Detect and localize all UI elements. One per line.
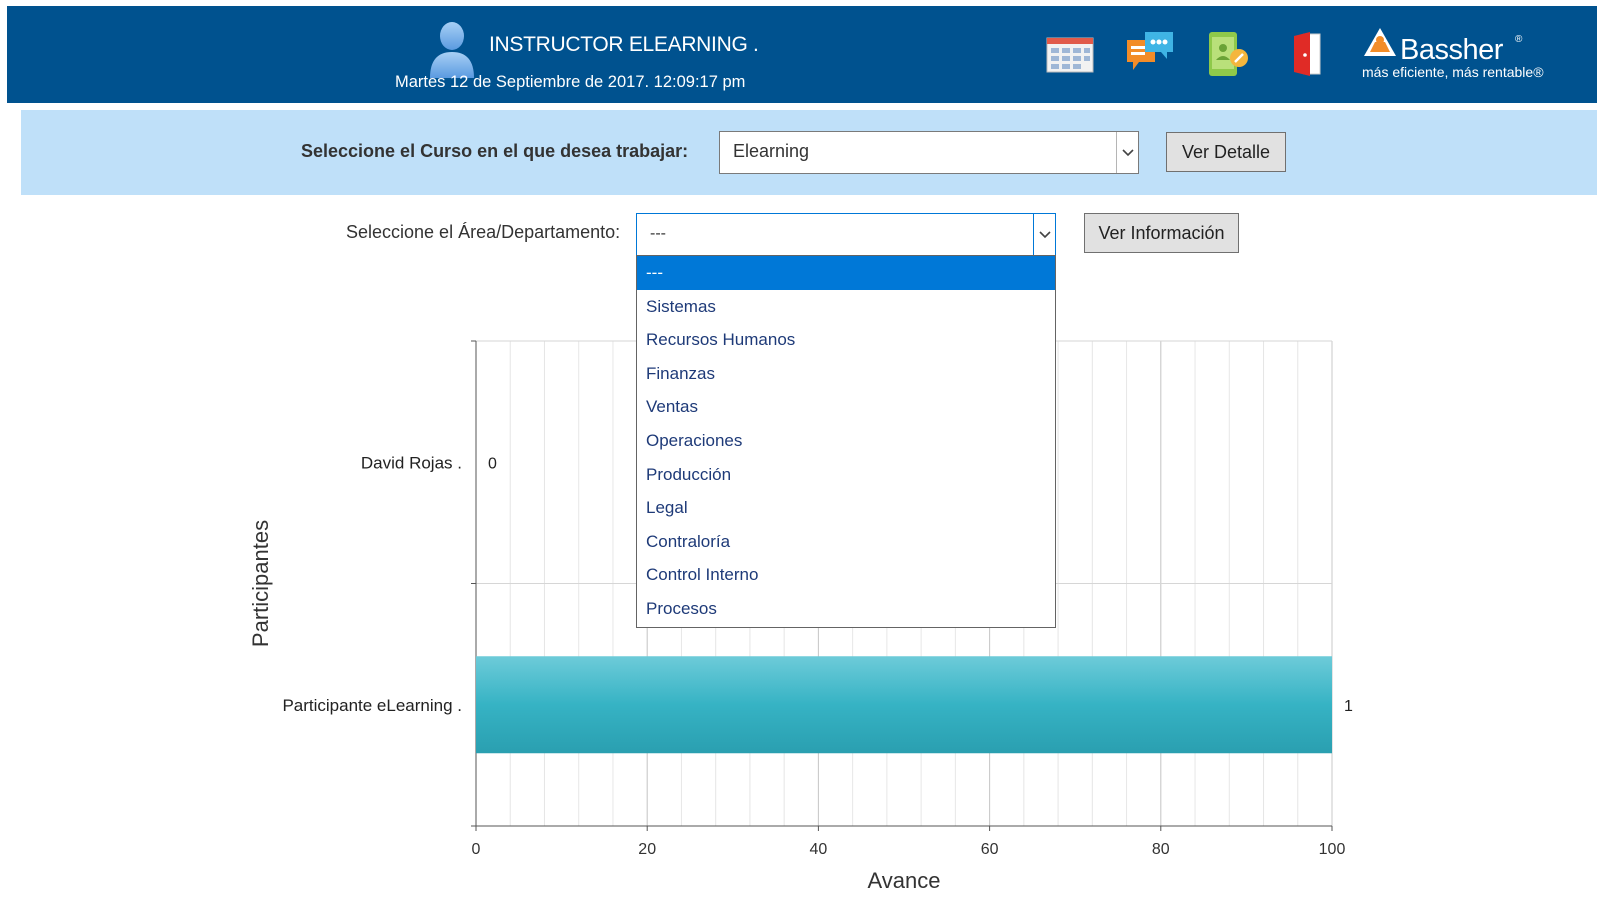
dropdown-option[interactable]: Producción — [637, 458, 1055, 492]
y-category-label: Participante eLearning . — [282, 696, 462, 715]
x-tick-label: 60 — [981, 841, 999, 858]
y-axis-title: Participantes — [248, 520, 273, 647]
x-axis-title: Avance — [868, 868, 941, 893]
dropdown-option[interactable]: --- — [637, 256, 1055, 290]
x-tick-label: 20 — [638, 841, 656, 858]
dropdown-option[interactable]: Ventas — [637, 390, 1055, 424]
bar-data-label: 1 — [1344, 698, 1353, 715]
dropdown-option[interactable]: Operaciones — [637, 424, 1055, 458]
dropdown-option[interactable]: Legal — [637, 491, 1055, 525]
dropdown-option[interactable]: Sistemas — [637, 290, 1055, 324]
dropdown-option[interactable]: Control Interno — [637, 558, 1055, 592]
dropdown-option[interactable]: Procesos — [637, 592, 1055, 626]
dropdown-option[interactable]: Contraloría — [637, 525, 1055, 559]
x-tick-label: 100 — [1319, 841, 1346, 858]
x-tick-label: 80 — [1152, 841, 1170, 858]
bar — [476, 656, 1332, 754]
area-dropdown-list: --- Sistemas Recursos Humanos Finanzas V… — [636, 255, 1056, 628]
dropdown-option[interactable]: Finanzas — [637, 357, 1055, 391]
y-category-label: David Rojas . — [361, 453, 462, 472]
x-tick-label: 0 — [472, 841, 481, 858]
dropdown-option[interactable]: Recursos Humanos — [637, 323, 1055, 357]
bar-data-label: 0 — [488, 455, 497, 472]
x-tick-label: 40 — [810, 841, 828, 858]
